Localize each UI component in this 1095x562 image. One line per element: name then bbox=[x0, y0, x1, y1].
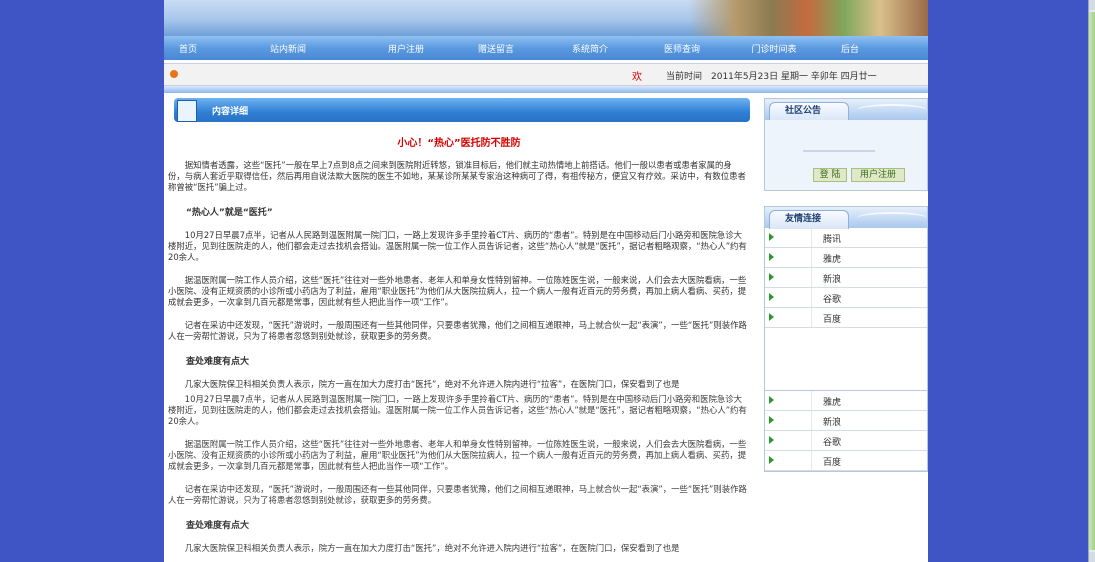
scroll-thumb[interactable] bbox=[1089, 12, 1095, 550]
arrow-bullet-icon bbox=[769, 416, 774, 424]
column-divider bbox=[811, 391, 812, 410]
link-item[interactable]: 雅虎 bbox=[765, 391, 927, 411]
article-paragraph: 记者在采访中还发现，“医托”游说时，一般周围还有一些其他同伴，只要患者犹豫，他们… bbox=[168, 484, 747, 505]
banner-image bbox=[688, 0, 928, 36]
arrow-bullet-icon bbox=[769, 313, 774, 321]
article-paragraph: 10月27日早晨7点半，记者从人民路到温医附属一院门口，一路上发现许多手里拎着C… bbox=[168, 394, 747, 426]
welcome-marquee: 欢 bbox=[632, 72, 642, 83]
article-subheading: 查处难度有点大 bbox=[186, 521, 250, 531]
link-item[interactable]: 百度 bbox=[765, 308, 927, 328]
scroll-up-arrow[interactable] bbox=[1089, 0, 1095, 10]
notice-title: 社区公告 bbox=[785, 106, 822, 116]
link-label[interactable]: 雅虎 bbox=[823, 252, 841, 265]
scroll-down-arrow[interactable] bbox=[1089, 552, 1095, 562]
article-paragraph: 几家大医院保卫科相关负责人表示，院方一直在加大力度打击“医托”，绝对不允许进入院… bbox=[184, 379, 680, 389]
link-label[interactable]: 雅虎 bbox=[823, 395, 841, 408]
links-box-overlap: 雅虎 新浪 谷歌 百度 bbox=[764, 390, 928, 472]
link-item[interactable]: 新浪 bbox=[765, 411, 927, 431]
header-banner bbox=[164, 0, 928, 36]
link-label[interactable]: 腾讯 bbox=[823, 232, 841, 245]
content-header-title: 内容详细 bbox=[212, 107, 249, 117]
current-date: 当前时间 2011年5月23日 星期一 辛卯年 四月廿一 bbox=[666, 72, 877, 82]
document-icon bbox=[177, 100, 197, 122]
column-divider bbox=[811, 268, 812, 287]
nav-item-guestbook[interactable]: 赠送留言 bbox=[448, 42, 544, 55]
bullet-icon bbox=[170, 70, 178, 78]
column-divider bbox=[811, 431, 812, 450]
arrow-bullet-icon bbox=[769, 436, 774, 444]
link-label[interactable]: 百度 bbox=[823, 455, 841, 468]
login-field[interactable] bbox=[803, 150, 875, 152]
link-item[interactable]: 谷歌 bbox=[765, 431, 927, 451]
column-divider bbox=[811, 451, 812, 470]
register-button[interactable]: 用户注册 bbox=[851, 168, 905, 182]
links-list: 腾讯雅虎新浪谷歌百度 bbox=[765, 228, 927, 328]
arrow-bullet-icon bbox=[769, 293, 774, 301]
info-bar: 欢 当前时间 2011年5月23日 星期一 辛卯年 四月廿一 bbox=[164, 63, 928, 86]
nav-item-schedule[interactable]: 门诊时间表 bbox=[728, 42, 820, 55]
link-label[interactable]: 谷歌 bbox=[823, 435, 841, 448]
article-title: 小心！“热心”医托防不胜防 bbox=[397, 138, 521, 149]
article-paragraph: 10月27日早晨7点半，记者从人民路到温医附属一院门口，一路上发现许多手里拎着C… bbox=[168, 230, 747, 262]
arrow-bullet-icon bbox=[769, 253, 774, 261]
column-divider bbox=[811, 288, 812, 307]
article-paragraph: 据温医附属一院工作人员介绍，这些“医托”往往对一些外地患者、老年人和单身女性特别… bbox=[168, 275, 747, 307]
page: 首页 站内新闻 用户注册 赠送留言 系统简介 医师查询 门诊时间表 后台 欢 当… bbox=[164, 0, 928, 562]
article-paragraph: 几家大医院保卫科相关负责人表示，院方一直在加大力度打击“医托”，绝对不允许进入院… bbox=[184, 543, 680, 553]
article-paragraph: 据知情者透露，这些“医托”一般在早上7点到8点之间来到医院附近转悠，锁准目标后，… bbox=[168, 160, 746, 192]
divider-bar bbox=[164, 86, 928, 93]
login-button[interactable]: 登 陆 bbox=[813, 168, 847, 182]
main-nav: 首页 站内新闻 用户注册 赠送留言 系统简介 医师查询 门诊时间表 后台 bbox=[164, 36, 928, 60]
nav-item-news[interactable]: 站内新闻 bbox=[212, 42, 364, 55]
arrow-bullet-icon bbox=[769, 456, 774, 464]
vertical-scrollbar[interactable] bbox=[1088, 0, 1095, 562]
article-paragraph: 据温医附属一院工作人员介绍，这些“医托”往往对一些外地患者、老年人和单身女性特别… bbox=[168, 439, 747, 471]
arrow-bullet-icon bbox=[769, 396, 774, 404]
links-list-overlap: 雅虎 新浪 谷歌 百度 bbox=[765, 391, 927, 471]
link-label[interactable]: 新浪 bbox=[823, 415, 841, 428]
nav-item-home[interactable]: 首页 bbox=[164, 42, 212, 55]
links-header: 友情连接 bbox=[765, 207, 927, 229]
article-body-overlap: 10月27日早晨7点半，记者从人民路到温医附属一院门口，一路上发现许多手里拎着C… bbox=[168, 394, 748, 562]
column-divider bbox=[811, 308, 812, 327]
header-swoosh bbox=[857, 104, 927, 116]
column-divider bbox=[811, 411, 812, 430]
link-item[interactable]: 新浪 bbox=[765, 268, 927, 288]
header-swoosh bbox=[857, 212, 927, 224]
arrow-bullet-icon bbox=[769, 273, 774, 281]
link-label[interactable]: 谷歌 bbox=[823, 292, 841, 305]
nav-item-about[interactable]: 系统简介 bbox=[544, 42, 636, 55]
article-body: 据知情者透露，这些“医托”一般在早上7点到8点之间来到医院附近转悠，锁准目标后，… bbox=[168, 160, 748, 402]
notice-box: 社区公告 登 陆 用户注册 bbox=[764, 98, 928, 191]
link-item[interactable]: 腾讯 bbox=[765, 228, 927, 248]
links-title: 友情连接 bbox=[785, 214, 822, 224]
link-label[interactable]: 百度 bbox=[823, 312, 841, 325]
nav-item-doctors[interactable]: 医师查询 bbox=[636, 42, 728, 55]
link-label[interactable]: 新浪 bbox=[823, 272, 841, 285]
link-item[interactable]: 谷歌 bbox=[765, 288, 927, 308]
notice-header: 社区公告 bbox=[765, 99, 927, 121]
nav-item-admin[interactable]: 后台 bbox=[820, 42, 880, 55]
column-divider bbox=[811, 248, 812, 267]
content-header: 内容详细 bbox=[174, 98, 750, 122]
arrow-bullet-icon bbox=[769, 233, 774, 241]
article-paragraph: 记者在采访中还发现，“医托”游说时，一般周围还有一些其他同伴，只要患者犹豫，他们… bbox=[168, 320, 747, 341]
notice-body: 登 陆 用户注册 bbox=[765, 120, 927, 190]
article: 小心！“热心”医托防不胜防 据知情者透露，这些“医托”一般在早上7点到8点之间来… bbox=[164, 126, 754, 562]
column-divider bbox=[811, 228, 812, 247]
link-item[interactable]: 百度 bbox=[765, 451, 927, 471]
link-item[interactable]: 雅虎 bbox=[765, 248, 927, 268]
nav-item-register[interactable]: 用户注册 bbox=[364, 42, 448, 55]
article-subheading: “热心人”就是“医托” bbox=[186, 208, 273, 218]
article-subheading: 查处难度有点大 bbox=[186, 357, 250, 367]
